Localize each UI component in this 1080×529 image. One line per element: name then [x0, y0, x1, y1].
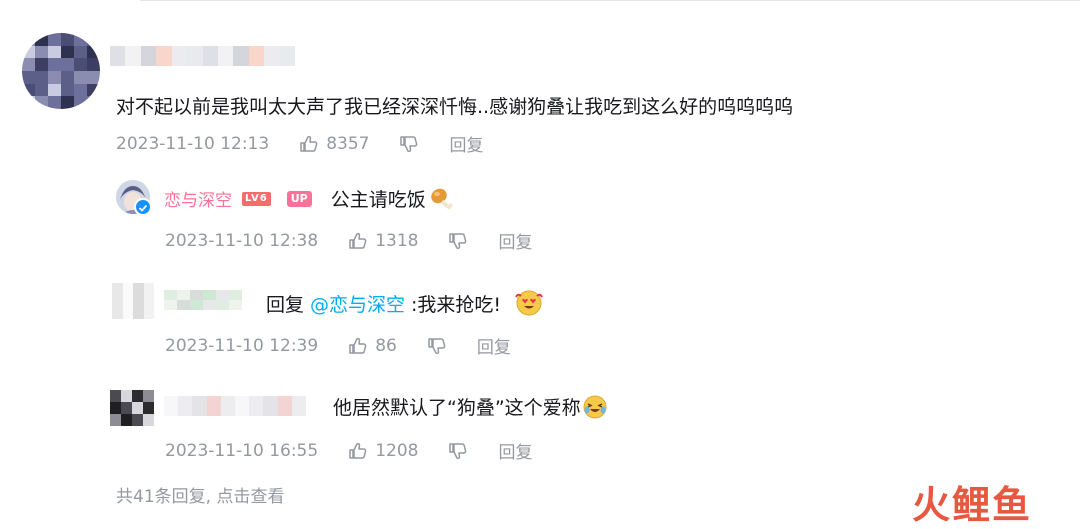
drumstick-emoji-icon	[430, 188, 453, 209]
reply-body: 回复 @恋与深空 :我来抢吃!	[266, 289, 543, 317]
comment-meta: 2023-11-10 12:13 8357 回复	[116, 131, 483, 157]
like-count: 1318	[375, 230, 419, 251]
dislike-button[interactable]	[448, 231, 468, 251]
username-blurred[interactable]	[164, 396, 306, 416]
reply-text: :我来抢吃!	[411, 293, 502, 316]
up-username[interactable]: 恋与深空	[164, 186, 232, 211]
comment-text: 对不起以前是我叫太大声了我已经深深忏悔..感谢狗叠让我吃到这么好的呜呜呜呜	[116, 96, 794, 118]
level-badge: LV6	[242, 191, 271, 206]
comment-time: 2023-11-10 12:13	[116, 133, 270, 154]
reply-time: 2023-11-10 12:38	[165, 230, 319, 251]
reply-meta: 2023-11-10 12:38 1318 回复	[165, 228, 532, 254]
dislike-button[interactable]	[399, 134, 419, 154]
laughing-emoji-icon	[583, 395, 607, 418]
dislike-button[interactable]	[448, 441, 468, 461]
thumbs-up-icon	[349, 337, 367, 354]
reply-time: 2023-11-10 12:39	[165, 335, 319, 356]
thumbs-down-icon	[428, 337, 446, 354]
like-count: 1208	[375, 440, 419, 461]
like-count: 86	[375, 335, 397, 356]
thumbs-up-icon	[300, 135, 318, 152]
like-count: 8357	[326, 133, 370, 154]
avatar[interactable]	[110, 390, 154, 426]
reply-text: 公主请吃饭	[330, 189, 426, 211]
top-divider	[140, 0, 1080, 1]
thumbs-down-icon	[449, 442, 467, 459]
mention-link[interactable]: @恋与深空	[310, 290, 405, 317]
reply-text: 他居然默认了“狗叠”这个爱称	[333, 397, 581, 419]
like-button[interactable]: 8357	[299, 134, 369, 154]
reply-button[interactable]: 回复	[498, 228, 532, 253]
reply-header: 恋与深空 LV6 UP 公主请吃饭	[164, 185, 454, 212]
dislike-button[interactable]	[427, 336, 447, 356]
username-blurred[interactable]	[110, 46, 295, 66]
view-all-replies-link[interactable]: 共41条回复, 点击查看	[116, 482, 284, 507]
reply-body: 他居然默认了“狗叠”这个爱称	[333, 393, 608, 420]
thumbs-up-icon	[349, 442, 367, 459]
reply-button[interactable]: 回复	[449, 131, 483, 156]
thumbs-up-icon	[349, 232, 367, 249]
like-button[interactable]: 1318	[348, 231, 418, 251]
avatar[interactable]	[112, 283, 154, 319]
heart-eyes-emoji-icon	[515, 290, 543, 316]
like-button[interactable]: 1208	[348, 441, 418, 461]
username-blurred[interactable]	[164, 290, 242, 310]
reply-meta: 2023-11-10 16:55 1208 回复	[165, 438, 532, 464]
reply-prefix: 回复	[266, 293, 305, 316]
avatar[interactable]	[22, 33, 100, 109]
reply-button[interactable]: 回复	[498, 438, 532, 463]
reply-meta: 2023-11-10 12:39 86 回复	[165, 333, 511, 359]
watermark-text: 火鲤鱼	[912, 483, 1033, 527]
reply-button[interactable]: 回复	[477, 333, 511, 358]
reply-time: 2023-11-10 16:55	[165, 440, 319, 461]
up-badge: UP	[286, 190, 312, 207]
thumbs-down-icon	[449, 232, 467, 249]
like-button[interactable]: 86	[348, 336, 397, 356]
verified-icon	[134, 198, 152, 216]
thumbs-down-icon	[400, 135, 418, 152]
